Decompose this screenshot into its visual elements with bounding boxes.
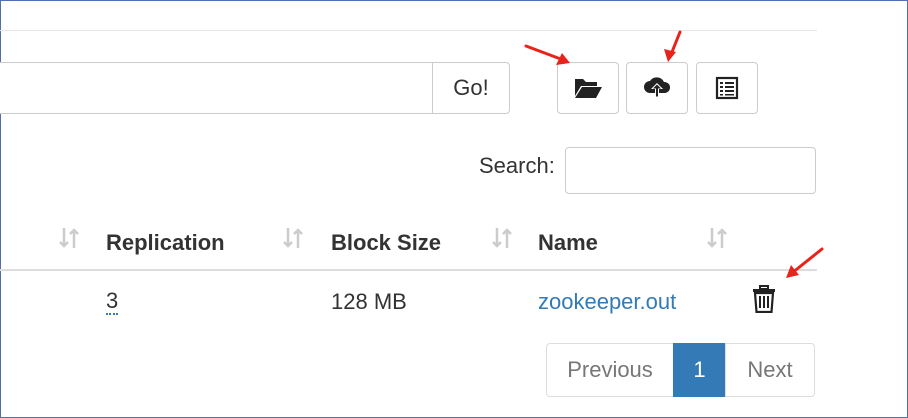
column-header-name[interactable]: Name xyxy=(538,230,598,256)
pagination: Previous 1 Next xyxy=(546,343,815,397)
create-directory-button[interactable] xyxy=(557,62,619,114)
directory-path-input[interactable] xyxy=(0,62,432,114)
top-divider xyxy=(0,30,817,31)
sort-icon[interactable] xyxy=(58,226,80,255)
sort-icon[interactable] xyxy=(282,226,304,255)
file-name-link[interactable]: zookeeper.out xyxy=(538,289,676,315)
previous-page-button[interactable]: Previous xyxy=(546,343,674,397)
sort-icon[interactable] xyxy=(491,226,513,255)
replication-link[interactable]: 3 xyxy=(106,289,119,315)
column-header-replication[interactable]: Replication xyxy=(106,230,225,256)
column-header-block-size[interactable]: Block Size xyxy=(331,230,441,256)
page-1-button[interactable]: 1 xyxy=(673,343,726,397)
search-input[interactable] xyxy=(565,147,816,194)
upload-file-button[interactable] xyxy=(626,62,688,114)
folder-open-icon xyxy=(573,76,603,100)
trash-icon[interactable] xyxy=(752,285,780,315)
search-label: Search: xyxy=(479,153,555,178)
list-icon xyxy=(715,76,739,100)
go-button[interactable]: Go! xyxy=(432,62,510,114)
cloud-upload-icon xyxy=(643,75,671,101)
block-size-cell: 128 MB xyxy=(331,289,407,314)
sort-icon[interactable] xyxy=(706,226,728,255)
next-page-button[interactable]: Next xyxy=(725,343,815,397)
table-header-divider xyxy=(0,269,817,271)
cut-paste-button[interactable] xyxy=(696,62,758,114)
